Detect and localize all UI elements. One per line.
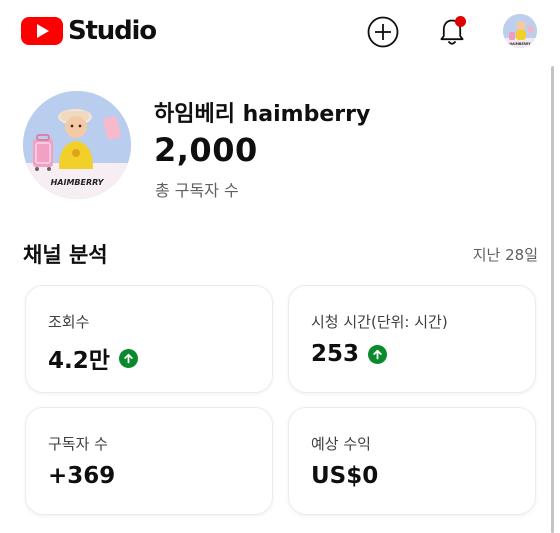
revenue-value-row: US$0 (311, 463, 378, 489)
period-label: 지난 28일 (472, 246, 538, 264)
subscriber-count: 2,000 (154, 131, 258, 169)
account-avatar[interactable]: HAIMBERRY (503, 14, 537, 48)
trend-up-icon (368, 344, 388, 364)
create-button[interactable] (365, 14, 401, 50)
studio-logo-text: Studio (68, 16, 157, 46)
avatar-mini-caption: HAIMBERRY (509, 42, 531, 46)
views-card[interactable]: 조회수 4.2만 (25, 285, 273, 393)
channel-analytics-title: 채널 분석 (23, 243, 108, 267)
estimated-revenue-card[interactable]: 예상 수익 US$0 (288, 407, 536, 515)
watch-time-card[interactable]: 시청 시간(단위: 시간) 253 (288, 285, 536, 393)
subscribers-label: 구독자 수 (48, 435, 108, 453)
channel-avatar[interactable]: HAIMBERRY (23, 91, 131, 199)
channel-avatar-image: HAIMBERRY (23, 91, 131, 199)
top-app-bar: Studio HAIMBERRY (0, 0, 560, 66)
watch-time-value-row: 253 (311, 341, 388, 367)
revenue-value: US$0 (311, 463, 379, 489)
studio-logo[interactable]: Studio (21, 16, 157, 46)
subscribers-value-row: +369 (48, 463, 115, 489)
trend-up-icon (118, 348, 138, 368)
notifications-button[interactable] (434, 14, 470, 50)
views-value-row: 4.2만 (48, 341, 138, 375)
watch-time-value: 253 (311, 341, 360, 367)
channel-name: 하임베리 haimberry (154, 102, 371, 127)
youtube-logo-icon (21, 17, 63, 45)
plus-circle-icon (367, 16, 399, 48)
channel-avatar-caption: HAIMBERRY (51, 178, 105, 187)
views-value: 4.2만 (48, 348, 110, 374)
subscribers-value: +369 (48, 463, 116, 489)
revenue-label: 예상 수익 (311, 435, 371, 453)
studio-dashboard: Studio HAIMBERRY HAIMBERRY 하임베리 haimberr… (0, 0, 560, 533)
notification-dot (455, 16, 466, 27)
subscribers-card[interactable]: 구독자 수 +369 (25, 407, 273, 515)
watch-time-label: 시청 시간(단위: 시간) (311, 313, 448, 331)
subscriber-label: 총 구독자 수 (155, 181, 239, 200)
bell-icon (440, 16, 466, 45)
scrollbar-thumb[interactable] (551, 66, 554, 533)
page-scrollbar[interactable] (551, 66, 555, 533)
views-label: 조회수 (48, 313, 90, 331)
avatar-image: HAIMBERRY (503, 14, 537, 48)
